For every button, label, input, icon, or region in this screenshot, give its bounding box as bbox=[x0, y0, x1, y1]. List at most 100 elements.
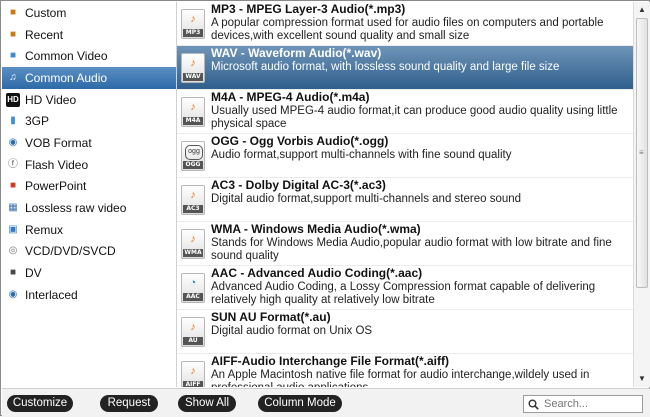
format-list: ♪ MP3 MP3 - MPEG Layer-3 Audio(*.mp3) A pop… bbox=[177, 2, 633, 387]
format-title: MP3 - MPEG Layer-3 Audio(*.mp3) bbox=[211, 2, 406, 16]
ogg-file-icon: ogg OGG bbox=[181, 141, 205, 171]
request-button[interactable]: Request bbox=[100, 395, 158, 412]
column-mode-button[interactable]: Column Mode bbox=[258, 395, 342, 412]
interlaced-icon: ◉ bbox=[8, 288, 18, 300]
format-item-aiff[interactable]: ♪ AIFF AIFF-Audio Interchange File Format(… bbox=[177, 354, 633, 387]
bottom-toolbar: Customize Request Show All Column Mode bbox=[2, 388, 650, 417]
format-title: AAC - Advanced Audio Coding(*.aac) bbox=[211, 266, 423, 280]
format-title: SUN AU Format(*.au) bbox=[211, 310, 331, 324]
sidebar-item-label: VCD/DVD/SVCD bbox=[25, 244, 116, 259]
sidebar-item-label: Flash Video bbox=[25, 157, 89, 172]
search-icon bbox=[528, 399, 539, 410]
format-item-m4a[interactable]: ♪ M4A M4A - MPEG-4 Audio(*.m4a) Usually use… bbox=[177, 90, 633, 134]
format-item-wma[interactable]: ♪ WMA WMA - Windows Media Audio(*.wma) Stan… bbox=[177, 222, 633, 266]
format-title: OGG - Ogg Vorbis Audio(*.ogg) bbox=[211, 134, 389, 148]
sidebar-item-vob-format[interactable]: ◉ VOB Format bbox=[2, 132, 176, 154]
vob-disc-icon: ◉ bbox=[8, 136, 18, 148]
sidebar-item-flash-video[interactable]: ⓕ Flash Video bbox=[2, 154, 176, 176]
format-tag: AU bbox=[183, 337, 203, 345]
format-tag: MP3 bbox=[183, 29, 203, 37]
format-title: WAV - Waveform Audio(*.wav) bbox=[211, 46, 382, 60]
format-description: Stands for Windows Media Audio,popular a… bbox=[211, 237, 612, 262]
format-tag: OGG bbox=[183, 161, 203, 169]
scroll-up-arrow-icon[interactable]: ▲ bbox=[636, 4, 648, 16]
format-tag: AC3 bbox=[183, 205, 203, 213]
custom-folder-icon: ■ bbox=[9, 6, 17, 18]
show-all-button[interactable]: Show All bbox=[178, 395, 236, 412]
format-item-mp3[interactable]: ♪ MP3 MP3 - MPEG Layer-3 Audio(*.mp3) A pop… bbox=[177, 2, 633, 46]
sidebar-item-remux[interactable]: ▣ Remux bbox=[2, 219, 176, 241]
flash-icon: ⓕ bbox=[8, 158, 18, 170]
sidebar-item-label: 3GP bbox=[25, 114, 50, 129]
sidebar-item-dv[interactable]: ■ DV bbox=[2, 262, 176, 284]
sidebar-item-vcd-dvd-svcd[interactable]: ◎ VCD/DVD/SVCD bbox=[2, 241, 176, 263]
format-picker-window: ■ Custom ■ Recent ■ Common Video ♫ Common Audio… bbox=[0, 0, 650, 417]
format-item-ogg[interactable]: ogg OGG OGG - Ogg Vorbis Audio(*.ogg) Audio… bbox=[177, 134, 633, 178]
sidebar-item-label: HD Video bbox=[25, 92, 77, 107]
mobile-phone-icon: ▮ bbox=[10, 115, 16, 127]
sidebar-item-custom[interactable]: ■ Custom bbox=[2, 2, 176, 24]
sidebar-item-hd-video[interactable]: HD HD Video bbox=[2, 89, 176, 111]
format-description: Audio format,support multi-channels with… bbox=[211, 149, 512, 161]
format-title: AIFF-Audio Interchange File Format(*.aif… bbox=[211, 354, 450, 368]
format-tag: AIFF bbox=[183, 381, 203, 387]
music-note-icon: ♫ bbox=[9, 71, 17, 83]
powerpoint-icon: ■ bbox=[9, 180, 17, 192]
format-description: Advanced Audio Coding, a Lossy Compressi… bbox=[211, 281, 596, 306]
sidebar-item-powerpoint[interactable]: ■ PowerPoint bbox=[2, 176, 176, 198]
customize-button[interactable]: Customize bbox=[7, 395, 73, 412]
category-sidebar: ■ Custom ■ Recent ■ Common Video ♫ Common Audio… bbox=[2, 2, 177, 387]
sidebar-item-label: Common Video bbox=[25, 49, 108, 64]
ac3-file-icon: ♪ AC3 bbox=[181, 185, 205, 215]
au-file-icon: ♪ AU bbox=[181, 317, 205, 347]
sidebar-item-label: DV bbox=[25, 266, 42, 281]
format-description: Usually used MPEG-4 audio format,it can … bbox=[211, 105, 618, 130]
sidebar-item-3gp[interactable]: ▮ 3GP bbox=[2, 110, 176, 132]
search-input[interactable] bbox=[542, 397, 642, 411]
recent-folder-icon: ■ bbox=[9, 28, 17, 40]
format-title: AC3 - Dolby Digital AC-3(*.ac3) bbox=[211, 178, 386, 192]
sidebar-item-label: Recent bbox=[25, 27, 64, 42]
sidebar-item-label: Common Audio bbox=[25, 70, 108, 85]
dv-camera-icon: ■ bbox=[9, 267, 17, 279]
wav-file-icon: ♪ WAV bbox=[181, 53, 205, 83]
sidebar-item-recent[interactable]: ■ Recent bbox=[2, 24, 176, 46]
sidebar-item-label: Custom bbox=[25, 5, 67, 20]
audio-glyph-icon: ◔ bbox=[189, 277, 197, 289]
format-item-ac3[interactable]: ♪ AC3 AC3 - Dolby Digital AC-3(*.ac3) Digit… bbox=[177, 178, 633, 222]
sidebar-item-label: Interlaced bbox=[25, 287, 78, 302]
sidebar-item-common-video[interactable]: ■ Common Video bbox=[2, 45, 176, 67]
format-tag: WAV bbox=[183, 73, 203, 81]
scrollbar-grip-icon: ≡ bbox=[639, 148, 644, 157]
search-box[interactable] bbox=[523, 395, 643, 413]
audio-glyph-icon: ♪ bbox=[190, 233, 196, 245]
vertical-scrollbar[interactable]: ▲ ≡ ▼ bbox=[633, 2, 650, 387]
format-tag: WMA bbox=[183, 249, 203, 257]
format-item-wav[interactable]: ♪ WAV WAV - Waveform Audio(*.wav) Microsoft… bbox=[177, 46, 633, 90]
scrollbar-thumb[interactable]: ≡ bbox=[636, 18, 648, 288]
sidebar-item-interlaced[interactable]: ◉ Interlaced bbox=[2, 284, 176, 306]
aac-file-icon: ◔ AAC bbox=[181, 273, 205, 303]
format-item-au[interactable]: ♪ AU SUN AU Format(*.au) Digital audio form… bbox=[177, 310, 633, 354]
format-description: Digital audio format,support multi-chann… bbox=[211, 193, 522, 205]
format-title: M4A - MPEG-4 Audio(*.m4a) bbox=[211, 90, 370, 104]
sidebar-item-label: VOB Format bbox=[25, 135, 92, 150]
audio-glyph-icon: ♪ bbox=[190, 13, 196, 25]
audio-glyph-icon: ♪ bbox=[190, 321, 196, 333]
m4a-file-icon: ♪ M4A bbox=[181, 97, 205, 127]
sidebar-item-common-audio[interactable]: ♫ Common Audio bbox=[2, 67, 176, 89]
scroll-down-arrow-icon[interactable]: ▼ bbox=[636, 373, 648, 385]
audio-glyph-icon: ♪ bbox=[190, 365, 196, 377]
format-title: WMA - Windows Media Audio(*.wma) bbox=[211, 222, 421, 236]
format-item-aac[interactable]: ◔ AAC AAC - Advanced Audio Coding(*.aac) Ad… bbox=[177, 266, 633, 310]
wma-file-icon: ♪ WMA bbox=[181, 229, 205, 259]
format-description: A popular compression format used for au… bbox=[211, 17, 604, 42]
sidebar-item-label: PowerPoint bbox=[25, 179, 87, 194]
sidebar-item-lossless-raw-video[interactable]: ▦ Lossless raw video bbox=[2, 197, 176, 219]
common-video-icon: ■ bbox=[9, 50, 17, 62]
film-icon: ▦ bbox=[8, 202, 18, 214]
format-tag: AAC bbox=[183, 293, 203, 301]
sidebar-item-label: Lossless raw video bbox=[25, 201, 127, 216]
hd-icon: HD bbox=[6, 92, 20, 107]
aiff-file-icon: ♪ AIFF bbox=[181, 361, 205, 387]
